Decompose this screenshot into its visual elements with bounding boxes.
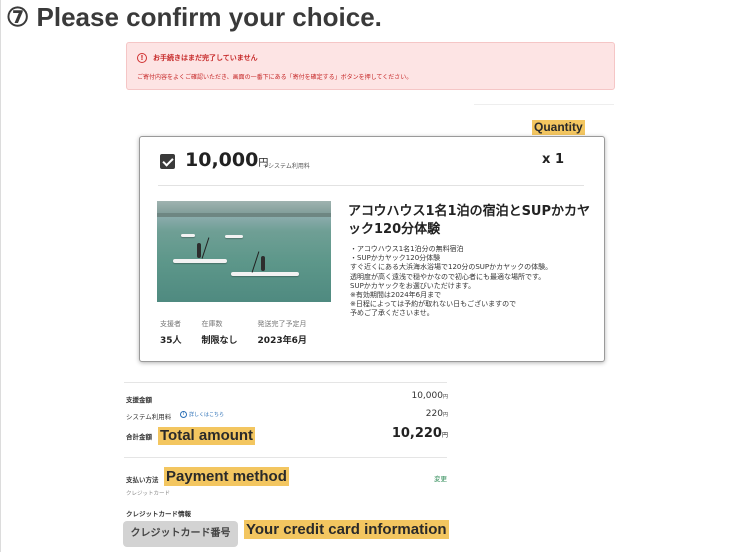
amount: 220	[425, 409, 443, 419]
alert-title: お手続きはまだ完了していません	[153, 54, 258, 62]
yen-unit: 円	[442, 394, 448, 400]
alert-banner: ! お手続きはまだ完了していません ご寄付内容をよくご確認いただき、画面の一番下…	[126, 42, 615, 90]
system-fee-info-link[interactable]: i 詳しくはこちら	[180, 411, 224, 418]
alert-circle-icon: !	[137, 53, 147, 63]
info-link-text: 詳しくはこちら	[189, 412, 225, 418]
total-amount-label: 合計金額	[126, 433, 152, 441]
product-price: 10,000円	[185, 149, 268, 171]
divider	[124, 382, 447, 383]
photo-board	[181, 234, 195, 237]
product-stats: 支援者 35人 在庫数 制限なし 発送完了予定月 2023年6月	[160, 319, 307, 346]
divider	[124, 457, 447, 458]
photo-paddle	[251, 251, 260, 273]
product-description: ・アコウハウス1名1泊分の無料宿泊 ・SUPかカヤック120分体験 すぐ近くにあ…	[350, 245, 600, 319]
step-title: ⑦ Please confirm your choice.	[6, 2, 382, 32]
photo-board	[225, 235, 243, 238]
photo-paddle	[201, 237, 210, 259]
system-fee-value: 220円	[426, 409, 448, 419]
photo-seawall	[157, 213, 331, 217]
description-line: 予めご了承くださいませ。	[350, 309, 434, 318]
stat-stock: 在庫数 制限なし	[202, 319, 238, 346]
stat-shipping-month: 発送完了予定月 2023年6月	[258, 319, 307, 346]
description-line: SUPかカヤックをお選びいただけます。	[350, 281, 476, 290]
payment-method-value: クレジットカード	[126, 491, 171, 497]
stat-label: 在庫数	[201, 320, 223, 328]
product-card: 10,000円 +システム利用料 x 1 アコウハウス1名1泊の宿泊とSUPかカ…	[139, 136, 605, 362]
payment-method-label: 支払い方法	[126, 476, 159, 484]
photo-board	[231, 272, 299, 276]
annotation-total-amount: Total amount	[158, 427, 256, 445]
stat-supporters: 支援者 35人	[160, 319, 182, 346]
change-payment-link[interactable]: 変更	[434, 473, 447, 483]
photo-board	[173, 259, 227, 263]
description-line: 透明度が高く遠浅で穏やかなので初心者にも最適な場所です。	[350, 272, 546, 281]
support-amount-label: 支援金額	[126, 396, 152, 404]
yen-unit: 円	[442, 412, 448, 418]
system-fee-label: システム利用料	[126, 413, 172, 421]
product-title: アコウハウス1名1泊の宿泊とSUPかカヤック120分体験	[348, 204, 591, 237]
product-photo	[157, 201, 331, 302]
total-amount-value: 10,220円	[392, 426, 448, 441]
credit-card-info-label: クレジットカード情報	[126, 510, 191, 518]
description-line: ・アコウハウス1名1泊分の無料宿泊	[350, 245, 464, 253]
amount: 10,220	[391, 426, 442, 441]
description-line: ※有効期間は2024年6月まで	[350, 291, 442, 300]
price-amount: 10,000	[185, 149, 259, 171]
card-divider	[158, 185, 584, 186]
description-line: すぐ近くにある大浜海水浴場で120分のSUPかカヤックの体験。	[350, 263, 553, 272]
product-quantity: x 1	[542, 152, 564, 167]
annotation-quantity: Quantity	[532, 120, 585, 135]
photo-paddler	[261, 256, 265, 271]
photo-paddler	[197, 243, 201, 258]
divider	[474, 104, 614, 105]
annotation-credit-card-info: Your credit card information	[244, 520, 449, 539]
credit-card-number-button[interactable]: クレジットカード番号	[123, 521, 238, 547]
product-checkbox[interactable]	[160, 154, 175, 169]
price-note: +システム利用料	[263, 163, 310, 170]
stat-value: 制限なし	[201, 336, 238, 346]
info-icon: i	[180, 411, 187, 418]
stat-label: 発送完了予定月	[257, 320, 307, 328]
left-border	[0, 0, 1, 552]
yen-unit: 円	[441, 432, 448, 439]
stat-value: 2023年6月	[257, 336, 307, 346]
annotation-payment-method: Payment method	[164, 467, 289, 486]
amount: 10,000	[411, 391, 443, 401]
stat-value: 35人	[160, 336, 182, 346]
stat-label: 支援者	[160, 320, 181, 328]
support-amount-value: 10,000円	[411, 391, 448, 401]
alert-body: ご寄付内容をよくご確認いただき、画面の一番下にある「寄付を確定する」ボタンを押し…	[137, 74, 413, 81]
